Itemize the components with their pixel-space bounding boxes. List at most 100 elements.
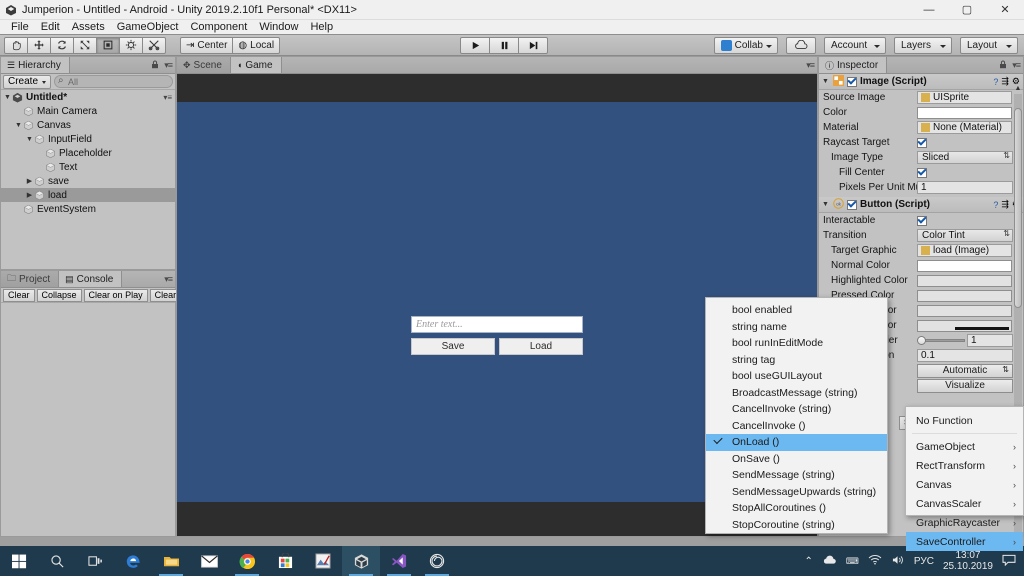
inspector-lock-icon[interactable] xyxy=(999,60,1007,72)
scale-tool-button[interactable] xyxy=(73,36,97,54)
rotate-tool-button[interactable] xyxy=(50,36,74,54)
pivot-mode-button[interactable]: ⇥ Center xyxy=(180,36,234,54)
property-color-swatch[interactable] xyxy=(917,106,1012,119)
maximize-button[interactable]: ▢ xyxy=(948,0,986,20)
image-foldout-icon[interactable]: ▼ xyxy=(821,78,830,85)
menu-component[interactable]: Component xyxy=(184,20,253,34)
member-menu-item[interactable]: CancelInvoke (string) xyxy=(706,401,887,418)
preset-icon[interactable]: ⇶ xyxy=(1001,76,1009,87)
preset-icon[interactable]: ⇶ xyxy=(1001,199,1009,210)
member-menu-item[interactable]: StopCoroutine (string) xyxy=(706,517,887,534)
property-color-swatch[interactable] xyxy=(917,274,1012,287)
wifi-icon[interactable] xyxy=(868,554,882,568)
start-button[interactable] xyxy=(0,546,38,576)
onedrive-icon[interactable] xyxy=(822,555,837,568)
component-menu-item[interactable]: GameObject › xyxy=(906,437,1023,456)
language-indicator[interactable]: РУС xyxy=(914,556,934,567)
help-icon[interactable]: ? xyxy=(993,200,998,210)
tab-console[interactable]: ▤ Console xyxy=(59,271,123,287)
property-number-field[interactable]: 1 xyxy=(967,334,1013,347)
property-dropdown[interactable]: Color Tint xyxy=(917,229,1013,242)
hierarchy-item-placeholder[interactable]: Placeholder xyxy=(1,146,175,160)
menu-window[interactable]: Window xyxy=(253,20,304,34)
hierarchy-item-eventsystem[interactable]: EventSystem xyxy=(1,202,175,216)
hierarchy-item-load[interactable]: ▶ load xyxy=(1,188,175,202)
member-menu-item[interactable]: StopAllCoroutines () xyxy=(706,500,887,517)
property-color-swatch[interactable] xyxy=(917,289,1012,302)
play-button[interactable] xyxy=(460,36,490,54)
clear-button[interactable]: Clear xyxy=(3,288,35,302)
scroll-up-arrow[interactable]: ▲ xyxy=(1014,85,1022,94)
hierarchy-item-canvas[interactable]: ▼ Canvas xyxy=(1,118,175,132)
property-dropdown[interactable]: Sliced xyxy=(917,151,1013,164)
property-checkbox[interactable] xyxy=(917,215,927,226)
game-load-button[interactable]: Load xyxy=(499,338,583,355)
mail-icon[interactable] xyxy=(190,546,228,576)
transform-tool-button[interactable] xyxy=(119,36,143,54)
search-icon[interactable] xyxy=(38,546,76,576)
menu-file[interactable]: File xyxy=(5,20,35,34)
property-object-field[interactable]: UISprite xyxy=(917,91,1012,104)
slider-knob[interactable] xyxy=(917,336,926,345)
disclosure-icon[interactable]: ▶ xyxy=(25,177,34,185)
component-menu-item[interactable]: SaveController › xyxy=(906,532,1023,551)
member-menu-item[interactable]: bool enabled xyxy=(706,302,887,319)
button-enabled-checkbox[interactable] xyxy=(847,199,857,210)
layers-button[interactable]: Layers xyxy=(894,36,952,54)
navigation-dropdown[interactable]: Automatic ⇅ xyxy=(917,363,1013,378)
hierarchy-item-main-camera[interactable]: Main Camera xyxy=(1,104,175,118)
tab-project[interactable]: 🗀 Project xyxy=(1,271,60,287)
tab-inspector[interactable]: ⓘ Inspector xyxy=(819,57,888,73)
gameview-options-icon[interactable]: ▾≡ xyxy=(806,60,815,71)
keyboard-layout-icon[interactable]: ⌨ xyxy=(846,556,859,567)
menu-assets[interactable]: Assets xyxy=(66,20,111,34)
property-checkbox[interactable] xyxy=(917,137,927,148)
minimize-button[interactable]: — xyxy=(910,0,948,20)
game-save-button[interactable]: Save xyxy=(411,338,495,355)
component-menu-item[interactable]: GraphicRaycaster › xyxy=(906,513,1023,532)
notifications-icon[interactable] xyxy=(1002,554,1016,569)
cloud-button[interactable] xyxy=(786,36,816,54)
property-text-field[interactable]: 0.1 xyxy=(917,349,1013,362)
pivot-rotation-button[interactable]: ◍ Local xyxy=(232,36,281,54)
task-view-icon[interactable] xyxy=(76,546,114,576)
menu-no-function[interactable]: No Function xyxy=(906,411,1023,430)
member-menu-item[interactable]: CancelInvoke () xyxy=(706,418,887,435)
member-menu-item[interactable]: string tag xyxy=(706,352,887,369)
other-app-icon[interactable] xyxy=(418,546,456,576)
hand-tool-button[interactable] xyxy=(4,36,28,54)
menu-help[interactable]: Help xyxy=(304,20,339,34)
member-menu-item[interactable]: bool useGUILayout xyxy=(706,368,887,385)
collab-button[interactable]: Collab xyxy=(713,36,778,54)
property-object-field[interactable]: load (Image) xyxy=(917,244,1012,257)
disclosure-icon[interactable]: ▼ xyxy=(25,136,34,143)
file-explorer-icon[interactable] xyxy=(152,546,190,576)
member-menu-item[interactable]: bool runInEditMode xyxy=(706,335,887,352)
tab-scene[interactable]: ✥ Scene xyxy=(177,57,231,73)
move-tool-button[interactable] xyxy=(27,36,51,54)
collapse-button[interactable]: Collapse xyxy=(36,288,82,302)
lock-icon[interactable] xyxy=(151,60,159,72)
component-menu-item[interactable]: RectTransform › xyxy=(906,456,1023,475)
inspector-options-icon[interactable]: ▾≡ xyxy=(1012,60,1021,71)
create-button[interactable]: Create xyxy=(3,74,52,89)
unity-icon[interactable] xyxy=(342,546,380,576)
member-menu-item[interactable]: SendMessageUpwards (string) xyxy=(706,484,887,501)
visualize-button[interactable]: Visualize xyxy=(917,378,1013,393)
image-enabled-checkbox[interactable] xyxy=(847,76,857,87)
store-icon[interactable] xyxy=(266,546,304,576)
property-color-swatch[interactable] xyxy=(917,304,1012,317)
console-options-icon[interactable]: ▾≡ xyxy=(164,274,173,285)
hierarchy-search-input[interactable]: All xyxy=(54,75,173,88)
game-text-input[interactable]: Enter text... xyxy=(411,316,583,333)
member-menu-item[interactable]: BroadcastMessage (string) xyxy=(706,385,887,402)
image-component-header[interactable]: ▼ Image (Script) ? ⇶ ⚙ xyxy=(819,74,1023,90)
hierarchy-root-row[interactable]: ▼ Untitled* ▾≡ xyxy=(1,90,175,104)
property-checkbox[interactable] xyxy=(917,167,927,178)
edge-icon[interactable] xyxy=(114,546,152,576)
tray-chevron-icon[interactable]: ⌃ xyxy=(805,556,813,567)
member-menu-item[interactable]: SendMessage (string) xyxy=(706,467,887,484)
menu-gameobject[interactable]: GameObject xyxy=(111,20,185,34)
hierarchy-options-icon[interactable]: ▾≡ xyxy=(164,60,173,71)
close-button[interactable]: ✕ xyxy=(986,0,1024,20)
